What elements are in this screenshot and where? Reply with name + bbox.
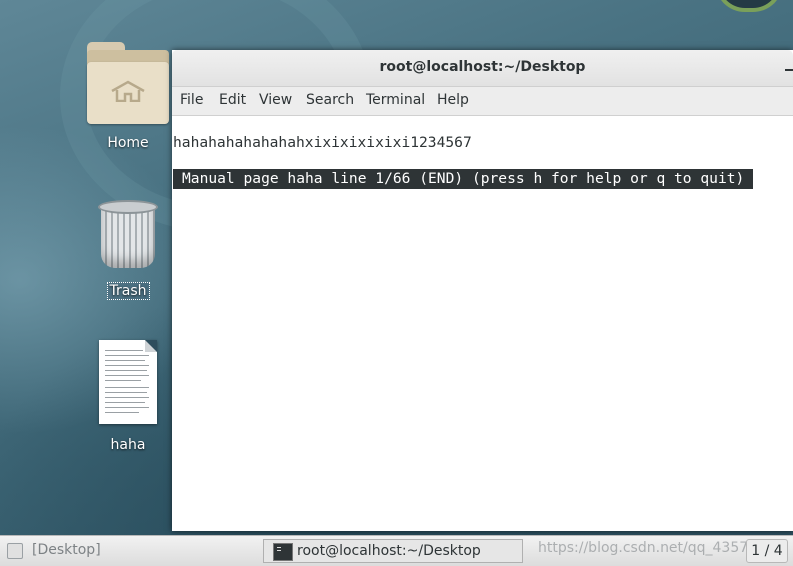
home-folder-icon: [87, 42, 169, 124]
terminal-output[interactable]: hahahahahahahahxixixixixixi1234567 Manua…: [172, 116, 793, 531]
desktop-icon: [7, 543, 23, 559]
menu-help[interactable]: Help: [437, 92, 469, 108]
menu-view[interactable]: View: [259, 92, 292, 108]
terminal-text-line: hahahahahahahahxixixixixixi1234567: [173, 134, 472, 151]
taskbar-desktop-button[interactable]: [Desktop]: [5, 539, 259, 563]
menu-edit[interactable]: Edit: [219, 92, 246, 108]
desktop-icon-trash[interactable]: Trash: [83, 198, 173, 300]
taskbar-terminal-label: root@localhost:~/Desktop: [297, 543, 481, 559]
desktop-icon-home[interactable]: Home: [83, 42, 173, 151]
menu-file[interactable]: File: [180, 92, 203, 108]
window-title: root@localhost:~/Desktop: [379, 59, 586, 75]
man-page-status-line: Manual page haha line 1/66 (END) (press …: [173, 169, 754, 189]
corner-widget: [715, 0, 783, 12]
minimize-button[interactable]: [785, 59, 793, 75]
desktop-icon-label: haha: [110, 437, 146, 453]
text-document-icon: [99, 340, 157, 424]
terminal-icon: [273, 543, 293, 561]
trash-icon: [98, 198, 158, 272]
desktop-icon-label: Trash: [106, 282, 150, 300]
taskbar: [Desktop] root@localhost:~/Desktop https…: [0, 535, 793, 566]
desktop-icon-haha[interactable]: haha: [83, 340, 173, 453]
desktop-icon-label: Home: [107, 135, 149, 151]
menu-terminal[interactable]: Terminal: [366, 92, 425, 108]
terminal-window[interactable]: root@localhost:~/Desktop File Edit View …: [172, 50, 793, 531]
taskbar-terminal-button[interactable]: root@localhost:~/Desktop: [263, 539, 523, 563]
workspace-pager[interactable]: 1 / 4: [746, 539, 788, 563]
taskbar-desktop-label: [Desktop]: [32, 542, 101, 558]
menu-search[interactable]: Search: [306, 92, 354, 108]
window-titlebar[interactable]: root@localhost:~/Desktop: [172, 50, 793, 87]
menubar: File Edit View Search Terminal Help: [172, 87, 793, 116]
minimize-icon: [785, 69, 793, 71]
